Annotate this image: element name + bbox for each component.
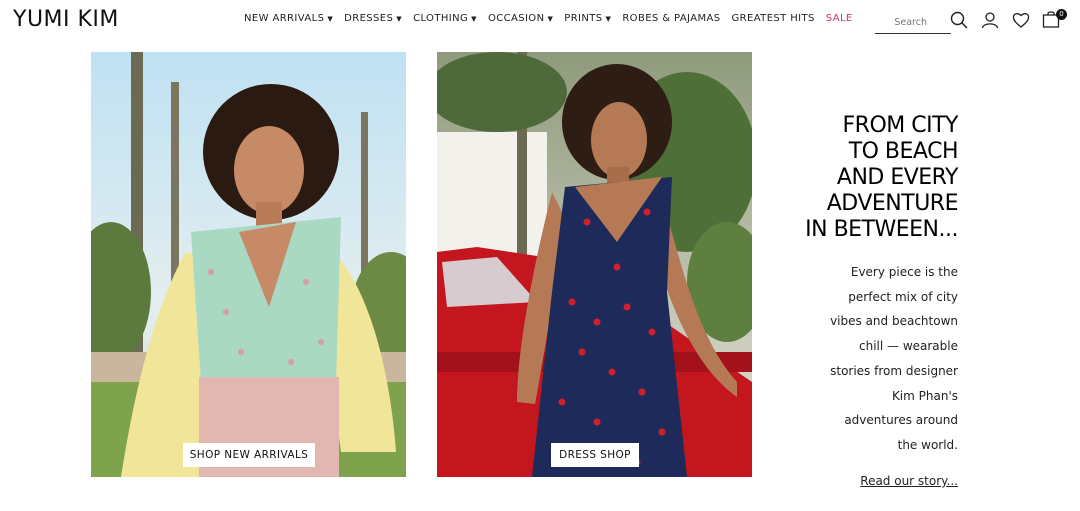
- nav-item-sale[interactable]: SALE: [826, 13, 853, 24]
- nav-item-clothing[interactable]: CLOTHING ▼: [413, 13, 477, 24]
- nav-item-label: CLOTHING: [413, 13, 469, 24]
- story-headline: FROM CITY TO BEACH AND EVERY ADVENTURE I…: [805, 113, 958, 243]
- brand-logo[interactable]: YUMI KIM: [13, 7, 119, 33]
- body-line: perfect mix of city: [848, 289, 958, 304]
- nav-item-robes-pajamas[interactable]: ROBES & PAJAMAS: [622, 13, 720, 24]
- headline-line: FROM CITY: [842, 113, 959, 138]
- nav-item-prints[interactable]: PRINTS ▼: [564, 13, 611, 24]
- body-line: chill — wearable: [858, 339, 958, 354]
- nav-item-label: NEW ARRIVALS: [244, 13, 325, 24]
- body-line: stories from designer: [830, 363, 958, 378]
- dress-shop-button[interactable]: DRESS SHOP: [551, 443, 639, 467]
- search-input[interactable]: [875, 12, 951, 33]
- main-nav: NEW ARRIVALS ▼ DRESSES ▼ CLOTHING ▼ OCCASIO…: [244, 13, 864, 24]
- body-line: Every piece is the: [850, 265, 958, 279]
- headline-line: TO BEACH: [848, 139, 959, 164]
- nav-item-label: DRESSES: [344, 13, 394, 24]
- caret-down-icon: ▼: [471, 14, 477, 23]
- body-line: vibes and beachtown: [830, 314, 958, 329]
- site-header: YUMI KIM NEW ARRIVALS ▼ DRESSES ▼ CLOTHING…: [0, 0, 1080, 44]
- search-icon[interactable]: [950, 11, 968, 29]
- caret-down-icon: ▼: [396, 14, 403, 23]
- nav-item-label: OCCASION: [487, 13, 545, 24]
- caret-down-icon: ▼: [605, 14, 612, 23]
- body-line: adventures around: [844, 413, 958, 428]
- nav-item-label: ROBES & PAJAMAS: [622, 13, 721, 24]
- nav-item-label: GREATEST HITS: [731, 13, 815, 24]
- search-box: [875, 12, 951, 34]
- read-our-story-link[interactable]: Read our story...: [860, 474, 958, 488]
- headline-line: ADVENTURE: [826, 191, 959, 216]
- hero-image-new-arrivals[interactable]: SHOP NEW ARRIVALS: [91, 52, 406, 477]
- heart-icon[interactable]: [1012, 11, 1030, 29]
- model-floral-dress-photo: [91, 52, 406, 477]
- account-icon[interactable]: [981, 11, 999, 29]
- caret-down-icon: ▼: [327, 14, 334, 23]
- shop-new-arrivals-button[interactable]: SHOP NEW ARRIVALS: [183, 443, 315, 467]
- nav-item-dresses[interactable]: DRESSES ▼: [344, 13, 402, 24]
- caret-down-icon: ▼: [547, 14, 554, 23]
- headline-line: IN BETWEEN...: [805, 217, 958, 242]
- nav-item-occasion[interactable]: OCCASION ▼: [488, 13, 553, 24]
- nav-item-greatest-hits[interactable]: GREATEST HITS: [732, 13, 815, 24]
- nav-item-label: PRINTS: [564, 13, 603, 24]
- hero-image-dress-shop[interactable]: DRESS SHOP: [437, 52, 752, 477]
- story-body: Every piece is the perfect mix of city v…: [830, 260, 958, 458]
- model-cherry-dress-photo: [437, 52, 752, 477]
- nav-item-label: SALE: [825, 13, 853, 24]
- headline-line: AND EVERY: [836, 165, 959, 190]
- body-line: Kim Phan's: [891, 388, 958, 403]
- cart-count-badge: 0: [1056, 9, 1067, 20]
- nav-item-new-arrivals[interactable]: NEW ARRIVALS ▼: [244, 13, 333, 24]
- body-line: the world.: [897, 437, 958, 452]
